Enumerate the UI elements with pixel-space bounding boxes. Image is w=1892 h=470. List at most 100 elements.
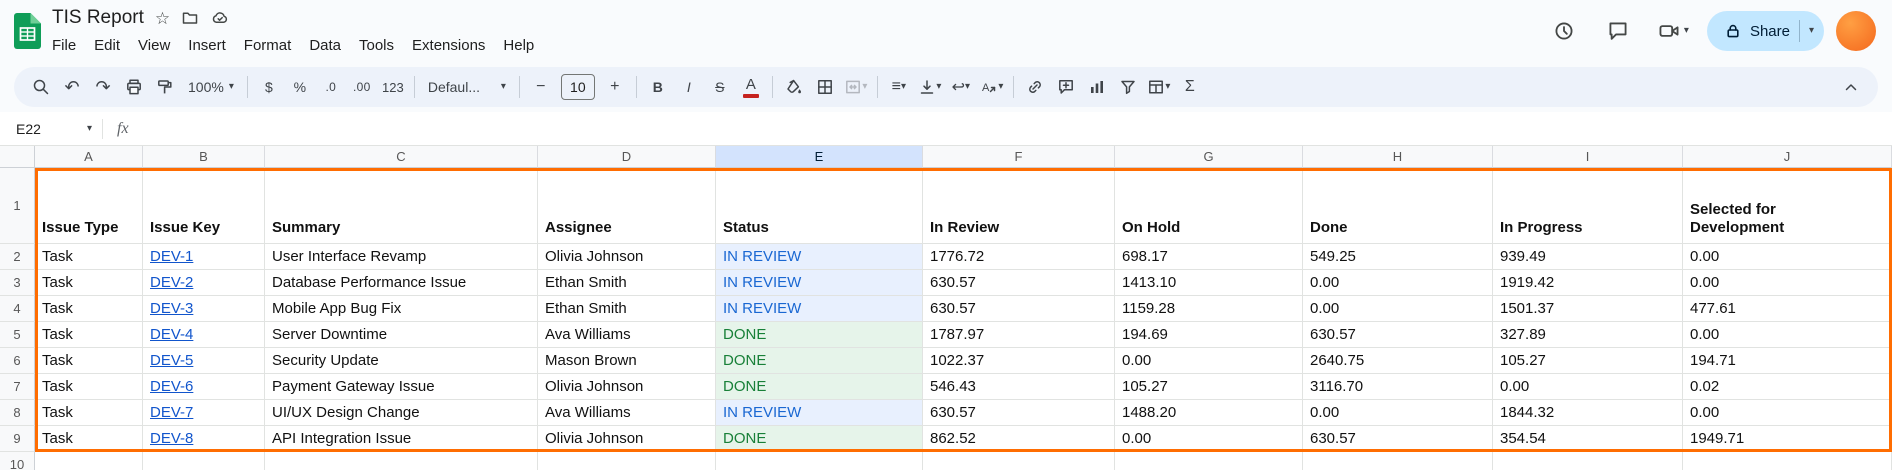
cell-H8[interactable]: 0.00 bbox=[1303, 400, 1493, 426]
cell-A8[interactable]: Task bbox=[35, 400, 143, 426]
row-header-7[interactable]: 7 bbox=[0, 374, 35, 400]
cell-D9[interactable]: Olivia Johnson bbox=[538, 426, 716, 452]
fill-color-icon[interactable] bbox=[779, 72, 809, 102]
menu-edit[interactable]: Edit bbox=[85, 34, 129, 58]
number-format-button[interactable]: 123 bbox=[378, 72, 408, 102]
menu-data[interactable]: Data bbox=[300, 34, 350, 58]
cell-I8[interactable]: 1844.32 bbox=[1493, 400, 1683, 426]
cell-E1[interactable]: Status bbox=[716, 168, 923, 244]
cell-J10[interactable] bbox=[1683, 452, 1892, 470]
cell-E8[interactable]: IN REVIEW bbox=[716, 400, 923, 426]
cell-J2[interactable]: 0.00 bbox=[1683, 244, 1892, 270]
cell-G1[interactable]: On Hold bbox=[1115, 168, 1303, 244]
column-header-G[interactable]: G bbox=[1115, 146, 1303, 168]
move-folder-icon[interactable] bbox=[181, 9, 199, 27]
column-header-F[interactable]: F bbox=[923, 146, 1115, 168]
cell-F5[interactable]: 1787.97 bbox=[923, 322, 1115, 348]
version-history-icon[interactable] bbox=[1543, 10, 1585, 52]
cell-C4[interactable]: Mobile App Bug Fix bbox=[265, 296, 538, 322]
cell-H9[interactable]: 630.57 bbox=[1303, 426, 1493, 452]
cell-D8[interactable]: Ava Williams bbox=[538, 400, 716, 426]
cell-J6[interactable]: 194.71 bbox=[1683, 348, 1892, 374]
cell-C1[interactable]: Summary bbox=[265, 168, 538, 244]
percent-format-button[interactable]: % bbox=[285, 72, 315, 102]
decrease-decimal-button[interactable]: .0 bbox=[316, 72, 346, 102]
cell-I2[interactable]: 939.49 bbox=[1493, 244, 1683, 270]
zoom-select[interactable]: 100% ▾ bbox=[181, 72, 241, 102]
cell-D7[interactable]: Olivia Johnson bbox=[538, 374, 716, 400]
cell-F7[interactable]: 546.43 bbox=[923, 374, 1115, 400]
cell-H10[interactable] bbox=[1303, 452, 1493, 470]
cell-A4[interactable]: Task bbox=[35, 296, 143, 322]
row-header-8[interactable]: 8 bbox=[0, 400, 35, 426]
menu-format[interactable]: Format bbox=[235, 34, 301, 58]
cell-D3[interactable]: Ethan Smith bbox=[538, 270, 716, 296]
cell-H1[interactable]: Done bbox=[1303, 168, 1493, 244]
column-header-I[interactable]: I bbox=[1493, 146, 1683, 168]
cell-C9[interactable]: API Integration Issue bbox=[265, 426, 538, 452]
cell-D4[interactable]: Ethan Smith bbox=[538, 296, 716, 322]
cell-J9[interactable]: 1949.71 bbox=[1683, 426, 1892, 452]
namebox-caret-icon[interactable]: ▾ bbox=[87, 124, 92, 134]
cell-I5[interactable]: 327.89 bbox=[1493, 322, 1683, 348]
cell-D1[interactable]: Assignee bbox=[538, 168, 716, 244]
column-header-E[interactable]: E bbox=[716, 146, 923, 168]
cell-F2[interactable]: 1776.72 bbox=[923, 244, 1115, 270]
vertical-align-button[interactable]: ▾ bbox=[915, 72, 945, 102]
cell-E7[interactable]: DONE bbox=[716, 374, 923, 400]
table-views-icon[interactable]: ▾ bbox=[1144, 72, 1174, 102]
cell-H5[interactable]: 630.57 bbox=[1303, 322, 1493, 348]
cell-J8[interactable]: 0.00 bbox=[1683, 400, 1892, 426]
cell-E3[interactable]: IN REVIEW bbox=[716, 270, 923, 296]
cell-G7[interactable]: 105.27 bbox=[1115, 374, 1303, 400]
issue-key-link[interactable]: DEV-7 bbox=[150, 404, 193, 421]
cell-A5[interactable]: Task bbox=[35, 322, 143, 348]
cell-B2[interactable]: DEV-1 bbox=[143, 244, 265, 270]
undo-button[interactable]: ↶ bbox=[57, 72, 87, 102]
cell-B5[interactable]: DEV-4 bbox=[143, 322, 265, 348]
cell-G10[interactable] bbox=[1115, 452, 1303, 470]
cell-E2[interactable]: IN REVIEW bbox=[716, 244, 923, 270]
cell-A3[interactable]: Task bbox=[35, 270, 143, 296]
insert-chart-icon[interactable] bbox=[1082, 72, 1112, 102]
sheets-logo-icon[interactable] bbox=[14, 13, 41, 49]
menu-insert[interactable]: Insert bbox=[179, 34, 235, 58]
cell-B3[interactable]: DEV-2 bbox=[143, 270, 265, 296]
column-header-H[interactable]: H bbox=[1303, 146, 1493, 168]
insert-comment-icon[interactable] bbox=[1051, 72, 1081, 102]
cell-G8[interactable]: 1488.20 bbox=[1115, 400, 1303, 426]
cell-G9[interactable]: 0.00 bbox=[1115, 426, 1303, 452]
menu-file[interactable]: File bbox=[43, 34, 85, 58]
cloud-status-icon[interactable] bbox=[210, 9, 230, 27]
cell-G2[interactable]: 698.17 bbox=[1115, 244, 1303, 270]
cell-D6[interactable]: Mason Brown bbox=[538, 348, 716, 374]
italic-button[interactable]: I bbox=[674, 72, 704, 102]
cell-H4[interactable]: 0.00 bbox=[1303, 296, 1493, 322]
cell-C6[interactable]: Security Update bbox=[265, 348, 538, 374]
cell-I1[interactable]: In Progress bbox=[1493, 168, 1683, 244]
cell-A6[interactable]: Task bbox=[35, 348, 143, 374]
row-header-6[interactable]: 6 bbox=[0, 348, 35, 374]
cell-E4[interactable]: IN REVIEW bbox=[716, 296, 923, 322]
column-header-C[interactable]: C bbox=[265, 146, 538, 168]
row-header-9[interactable]: 9 bbox=[0, 426, 35, 452]
cell-I3[interactable]: 1919.42 bbox=[1493, 270, 1683, 296]
cell-I10[interactable] bbox=[1493, 452, 1683, 470]
cell-J1[interactable]: Selected for Development bbox=[1683, 168, 1892, 244]
cell-B10[interactable] bbox=[143, 452, 265, 470]
cell-J3[interactable]: 0.00 bbox=[1683, 270, 1892, 296]
cell-E10[interactable] bbox=[716, 452, 923, 470]
text-rotate-button[interactable]: A ▾ bbox=[977, 72, 1007, 102]
create-filter-icon[interactable] bbox=[1113, 72, 1143, 102]
issue-key-link[interactable]: DEV-8 bbox=[150, 430, 193, 447]
cell-G4[interactable]: 1159.28 bbox=[1115, 296, 1303, 322]
insert-link-icon[interactable] bbox=[1020, 72, 1050, 102]
menu-view[interactable]: View bbox=[129, 34, 179, 58]
column-header-J[interactable]: J bbox=[1683, 146, 1892, 168]
cell-F3[interactable]: 630.57 bbox=[923, 270, 1115, 296]
hide-toolbar-icon[interactable] bbox=[1836, 72, 1866, 102]
issue-key-link[interactable]: DEV-5 bbox=[150, 352, 193, 369]
functions-button[interactable]: Σ bbox=[1175, 72, 1205, 102]
cell-A2[interactable]: Task bbox=[35, 244, 143, 270]
cell-G6[interactable]: 0.00 bbox=[1115, 348, 1303, 374]
